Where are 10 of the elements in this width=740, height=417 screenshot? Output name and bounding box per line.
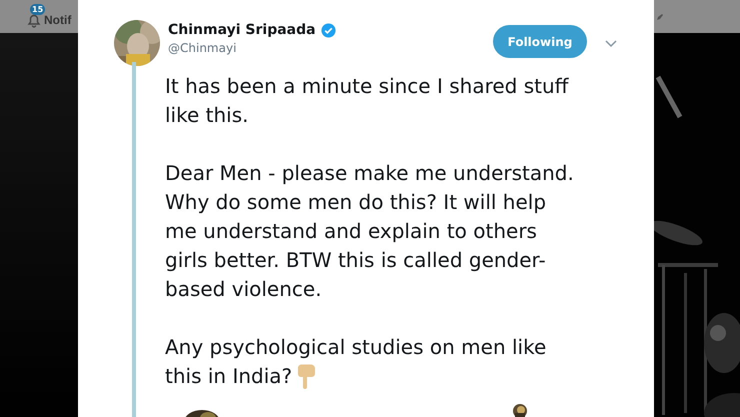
notification-badge: 15: [30, 4, 46, 14]
following-button[interactable]: Following: [493, 25, 587, 58]
tweet-text: Any psychological studies on men like this in India?: [165, 334, 548, 391]
pen-icon[interactable]: [656, 12, 664, 20]
user-handle[interactable]: @Chinmayi: [168, 41, 336, 55]
tweet-text: Dear Men - please make me understand. Why do some men do this? It will help me understand and explain to others girls better. BTW this is called gender- based violence.: [165, 160, 574, 303]
chevron-down-icon[interactable]: [605, 40, 617, 48]
tweet-text: It has been a minute since I shared stuff like this.: [165, 73, 570, 129]
nav-label[interactable]: Notif: [44, 12, 72, 26]
user-name[interactable]: Chinmayi Sripaada: [168, 22, 316, 38]
